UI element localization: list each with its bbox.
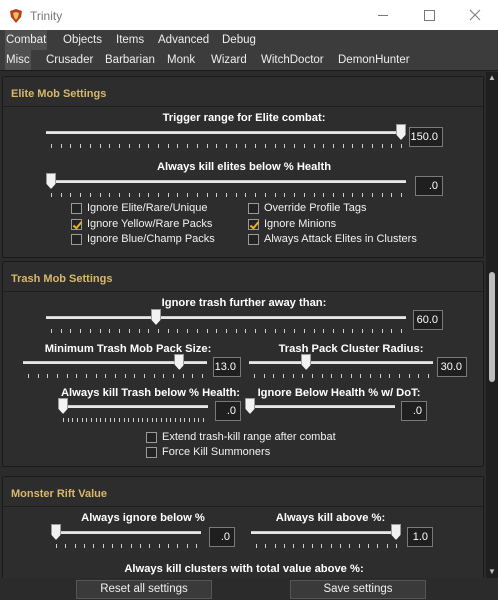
tab-combat[interactable]: Combat [5, 30, 48, 50]
rift-ignore-below-slider-thumb[interactable] [51, 524, 61, 540]
trash-kill-below-slider-ticks [58, 418, 208, 422]
tab-demonhunter[interactable]: DemonHunter [337, 50, 411, 70]
checkbox-label: Ignore Blue/Champ Packs [87, 233, 215, 245]
checkbox-label: Always Attack Elites in Clusters [264, 233, 417, 245]
checkbox-label: Override Profile Tags [264, 202, 367, 214]
tab-objects[interactable]: Objects [62, 30, 103, 50]
rift-kill-above-slider-thumb[interactable] [391, 524, 401, 540]
bottom-button-bar: Reset all settings Save settings [0, 578, 498, 600]
tab-witchdoctor[interactable]: WitchDoctor [260, 50, 325, 70]
close-button[interactable] [452, 0, 498, 31]
tab-barbarian[interactable]: Barbarian [104, 50, 156, 70]
dot-health-slider-thumb[interactable] [245, 398, 255, 414]
cluster-radius-slider-ticks [249, 374, 433, 378]
checkbox-box[interactable] [71, 234, 82, 245]
elite-trigger-label: Trigger range for Elite combat: [162, 112, 326, 124]
trash-section-title: Trash Mob Settings [11, 273, 113, 285]
pack-size-slider-thumb[interactable] [174, 354, 185, 370]
trash-kill-below-slider-track[interactable] [58, 405, 208, 408]
scroll-down-icon[interactable]: ▼ [486, 566, 498, 578]
checkbox-label: Force Kill Summoners [162, 446, 271, 458]
scrollbar-thumb[interactable] [489, 272, 495, 382]
elite-trigger-slider-track[interactable] [46, 131, 406, 134]
rift-kill-above-slider-track[interactable] [251, 531, 401, 534]
trash-kill-below-slider-thumb[interactable] [58, 398, 68, 414]
reset-all-settings-button[interactable]: Reset all settings [76, 580, 212, 599]
elite-trigger-value[interactable]: 150.0 [409, 127, 443, 147]
checkbox-box[interactable] [248, 219, 259, 230]
rift-ignore-below-value[interactable]: .0 [209, 527, 235, 547]
elite-trigger-slider-ticks [46, 144, 406, 148]
trash-ignore-value[interactable]: 60.0 [413, 310, 443, 330]
elite-trigger-slider-thumb[interactable] [396, 124, 406, 140]
elite-health-slider-ticks [46, 193, 406, 197]
rift-section-title: Monster Rift Value [11, 488, 107, 500]
save-settings-button[interactable]: Save settings [290, 580, 426, 599]
checkbox-box[interactable] [146, 447, 157, 458]
checkbox-label: Ignore Elite/Rare/Unique [87, 202, 208, 214]
cluster-radius-slider-thumb[interactable] [301, 354, 312, 370]
trinity-logo-icon [8, 8, 24, 24]
tab-wizard[interactable]: Wizard [210, 50, 248, 70]
cluster-radius-label: Trash Pack Cluster Radius: [278, 343, 424, 355]
cluster-radius-value[interactable]: 30.0 [437, 357, 467, 377]
checkbox-box[interactable] [71, 203, 82, 214]
tab-advanced[interactable]: Advanced [157, 30, 210, 50]
trash-ignore-slider-ticks [46, 329, 406, 333]
rift-kill-above-slider-ticks [251, 544, 401, 548]
dot-health-label: Ignore Below Health % w/ DoT: [257, 387, 421, 399]
checkbox-label: Ignore Yellow/Rare Packs [87, 218, 213, 230]
tab-debug[interactable]: Debug [221, 30, 257, 50]
rift-ignore-below-slider-track[interactable] [51, 531, 201, 534]
cluster-radius-slider-track[interactable] [249, 361, 433, 364]
window-title: Trinity [30, 9, 63, 23]
elite-health-slider-thumb[interactable] [46, 173, 56, 189]
elite-health-slider-track[interactable] [46, 180, 406, 183]
checkbox-box[interactable] [248, 234, 259, 245]
combat-subtab-row: Misc Crusader Barbarian Monk Wizard Witc… [0, 50, 498, 71]
rift-kill-above-value[interactable]: 1.0 [407, 527, 433, 547]
minimize-button[interactable] [360, 0, 406, 31]
trash-ignore-slider-track[interactable] [46, 316, 406, 319]
checkbox-label: Ignore Minions [264, 218, 337, 230]
elite-health-label: Always kill elites below % Health [156, 161, 332, 173]
trash-kill-below-value[interactable]: .0 [215, 401, 241, 421]
rift-ignore-below-label: Always ignore below % [81, 512, 205, 524]
checkbox-box[interactable] [248, 203, 259, 214]
vertical-scrollbar[interactable]: ▲ ▼ [486, 72, 498, 578]
dot-health-value[interactable]: .0 [401, 401, 427, 421]
rift-ignore-below-slider-ticks [51, 544, 201, 548]
trash-ignore-label: Ignore trash further away than: [161, 297, 327, 309]
title-bar: Trinity [0, 0, 498, 31]
monster-rift-value-section: Monster Rift Value Always ignore below %… [2, 476, 484, 578]
elite-mob-section: Elite Mob Settings Trigger range for Eli… [2, 76, 484, 258]
trash-kill-below-label: Always kill Trash below % Health: [60, 387, 241, 399]
pack-size-slider-ticks [23, 374, 207, 378]
rift-kill-above-label: Always kill above %: [275, 512, 386, 524]
elite-health-value[interactable]: .0 [415, 176, 443, 196]
tab-items[interactable]: Items [115, 30, 145, 50]
dot-health-slider-track[interactable] [245, 405, 395, 408]
rift-clusters-label: Always kill clusters with total value ab… [124, 563, 364, 575]
trash-ignore-slider-thumb[interactable] [151, 309, 161, 325]
tab-misc[interactable]: Misc [5, 50, 31, 70]
main-tab-row: Combat Objects Items Advanced Debug [0, 30, 498, 51]
tab-monk[interactable]: Monk [166, 50, 196, 70]
checkbox-label: Extend trash-kill range after combat [162, 431, 336, 443]
tab-crusader[interactable]: Crusader [45, 50, 94, 70]
pack-size-label: Minimum Trash Mob Pack Size: [44, 343, 212, 355]
trash-mob-section: Trash Mob Settings Ignore trash further … [2, 261, 484, 467]
elite-section-title: Elite Mob Settings [11, 88, 107, 100]
checkbox-box[interactable] [71, 219, 82, 230]
maximize-button[interactable] [406, 0, 452, 31]
checkbox-box[interactable] [146, 432, 157, 443]
scroll-up-icon[interactable]: ▲ [486, 72, 498, 84]
settings-scroll-area[interactable]: Elite Mob Settings Trigger range for Eli… [0, 72, 498, 578]
pack-size-value[interactable]: 13.0 [213, 357, 241, 377]
